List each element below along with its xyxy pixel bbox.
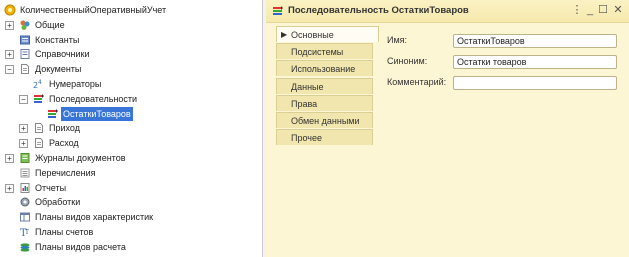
enums-icon xyxy=(19,167,31,179)
sequence-icon xyxy=(47,108,59,120)
tree-node-label[interactable]: Планы видов расчета xyxy=(33,240,128,254)
tree-node-label[interactable]: Журналы документов xyxy=(33,151,127,165)
minimize-button[interactable]: _ xyxy=(584,4,596,17)
sequences-icon xyxy=(33,93,45,105)
tab-label: Права xyxy=(291,98,318,109)
comment-field[interactable] xyxy=(453,76,617,90)
collapse-icon[interactable]: − xyxy=(5,65,14,75)
config-root-icon xyxy=(4,4,16,16)
tab-label: Подсистемы xyxy=(291,47,344,58)
tree-node[interactable]: + Расход xyxy=(0,136,262,150)
synonym-label: Синоним: xyxy=(387,56,428,66)
tree-node-label[interactable]: Общие xyxy=(33,18,67,32)
tree-node[interactable]: Перечисления xyxy=(0,166,262,180)
common-icon xyxy=(19,19,31,31)
tree-node-label[interactable]: Планы видов характеристик xyxy=(33,210,155,224)
documents-icon xyxy=(19,63,31,75)
tree-node[interactable]: Обработки xyxy=(0,195,262,209)
svg-text:4: 4 xyxy=(38,79,42,86)
tree-node[interactable]: + Приход xyxy=(0,121,262,135)
tab-label: Обмен данными xyxy=(291,116,360,126)
tree-node-label[interactable]: Приход xyxy=(47,121,82,135)
property-tabs: ▶ Основные Подсистемы Использование Данные Пр… xyxy=(276,26,379,257)
tree-node-label[interactable]: Обработки xyxy=(33,195,82,209)
tab-label: Прочее xyxy=(291,133,322,144)
expand-icon[interactable]: + xyxy=(5,20,14,30)
tree-node[interactable]: Планы видов характеристик xyxy=(0,210,262,224)
tree-node-label[interactable]: Расход xyxy=(47,136,81,150)
expand-icon[interactable]: + xyxy=(5,183,14,193)
tree-node-label[interactable]: Перечисления xyxy=(33,166,98,180)
metadata-tree[interactable]: КоличественныйОперативныйУчет + Общие Конст… xyxy=(0,0,262,257)
catalogs-icon xyxy=(19,48,31,60)
tree-node[interactable]: + Справочники xyxy=(0,47,262,61)
chart-of-accounts-icon: TT xyxy=(19,226,31,239)
tree-node-label[interactable]: Константы xyxy=(33,33,81,47)
constants-icon xyxy=(19,34,31,46)
tab-0[interactable]: ▶ Основные xyxy=(276,26,379,42)
tab-4[interactable]: Права xyxy=(276,94,373,111)
tree-node-label[interactable]: Справочники xyxy=(33,47,92,61)
tree-node[interactable]: 2 4 Нумераторы xyxy=(0,77,262,91)
tree-node-label[interactable]: Документы xyxy=(33,62,83,76)
tree-node[interactable]: ОстаткиТоваров xyxy=(0,106,262,121)
close-button[interactable]: ✕ xyxy=(612,4,624,17)
tree-node[interactable]: − Последовательности xyxy=(0,92,262,106)
tree-node[interactable]: Константы xyxy=(0,33,262,47)
maximize-button[interactable]: ☐ xyxy=(597,4,609,17)
comment-label: Комментарий: xyxy=(387,77,447,87)
chart-of-calculation-icon xyxy=(19,241,31,253)
sequence-icon xyxy=(273,6,283,15)
tree-node[interactable]: + Отчеты xyxy=(0,181,262,195)
data-processors-icon xyxy=(19,196,31,208)
tree-node-label[interactable]: Нумераторы xyxy=(47,77,103,91)
expand-icon[interactable]: + xyxy=(19,139,28,149)
tree-node-label[interactable]: Планы счетов xyxy=(33,225,95,239)
name-label: Имя: xyxy=(387,35,408,45)
tab-6[interactable]: Прочее xyxy=(276,129,373,146)
svg-text:T: T xyxy=(25,229,29,236)
collapse-icon[interactable]: − xyxy=(19,94,28,104)
tab-1[interactable]: Подсистемы xyxy=(276,43,373,60)
tree-node[interactable]: − Документы xyxy=(0,62,262,76)
object-properties-window: Последовательность ОстаткиТоваров ⋮ _ ☐ … xyxy=(266,0,629,257)
chart-of-characteristics-icon xyxy=(19,211,31,223)
window-menu-button[interactable]: ⋮ xyxy=(571,4,583,17)
tab-label: Данные xyxy=(291,81,324,92)
tree-node[interactable]: + Журналы документов xyxy=(0,151,262,165)
tab-label: Основные xyxy=(291,30,334,40)
tab-2[interactable]: Использование xyxy=(276,60,373,77)
window-titlebar: Последовательность ОстаткиТоваров ⋮ _ ☐ … xyxy=(266,0,629,23)
document-icon xyxy=(33,122,45,134)
tab-5[interactable]: Обмен данными xyxy=(276,112,373,128)
expand-icon[interactable]: + xyxy=(5,50,14,60)
tree-node[interactable]: КоличественныйОперативныйУчет xyxy=(0,3,262,17)
reports-icon xyxy=(19,182,31,194)
journals-icon xyxy=(19,152,31,164)
tab-3[interactable]: Данные xyxy=(276,77,373,94)
name-field[interactable] xyxy=(453,34,617,48)
tree-node-label[interactable]: Отчеты xyxy=(33,181,68,195)
tree-node-label[interactable]: Последовательности xyxy=(47,92,139,106)
document-icon xyxy=(33,137,45,149)
main-properties: Имя: Синоним: Комментарий: xyxy=(379,26,625,146)
numerators-icon: 24 xyxy=(33,78,45,90)
tree-node-label[interactable]: КоличественныйОперативныйУчет xyxy=(18,3,168,17)
expand-icon[interactable]: + xyxy=(19,124,28,134)
tree-node-label[interactable]: ОстаткиТоваров xyxy=(61,106,133,121)
expand-icon[interactable]: + xyxy=(5,154,14,163)
synonym-field[interactable] xyxy=(453,55,617,69)
active-tab-marker-icon: ▶ xyxy=(281,30,288,39)
tree-node[interactable]: + Общие xyxy=(0,18,262,32)
tree-node[interactable]: T T Планы счетов xyxy=(0,225,262,239)
tree-node[interactable]: Планы видов расчета xyxy=(0,240,262,254)
tab-label: Использование xyxy=(291,64,356,75)
window-title: Последовательность ОстаткиТоваров xyxy=(288,5,469,16)
